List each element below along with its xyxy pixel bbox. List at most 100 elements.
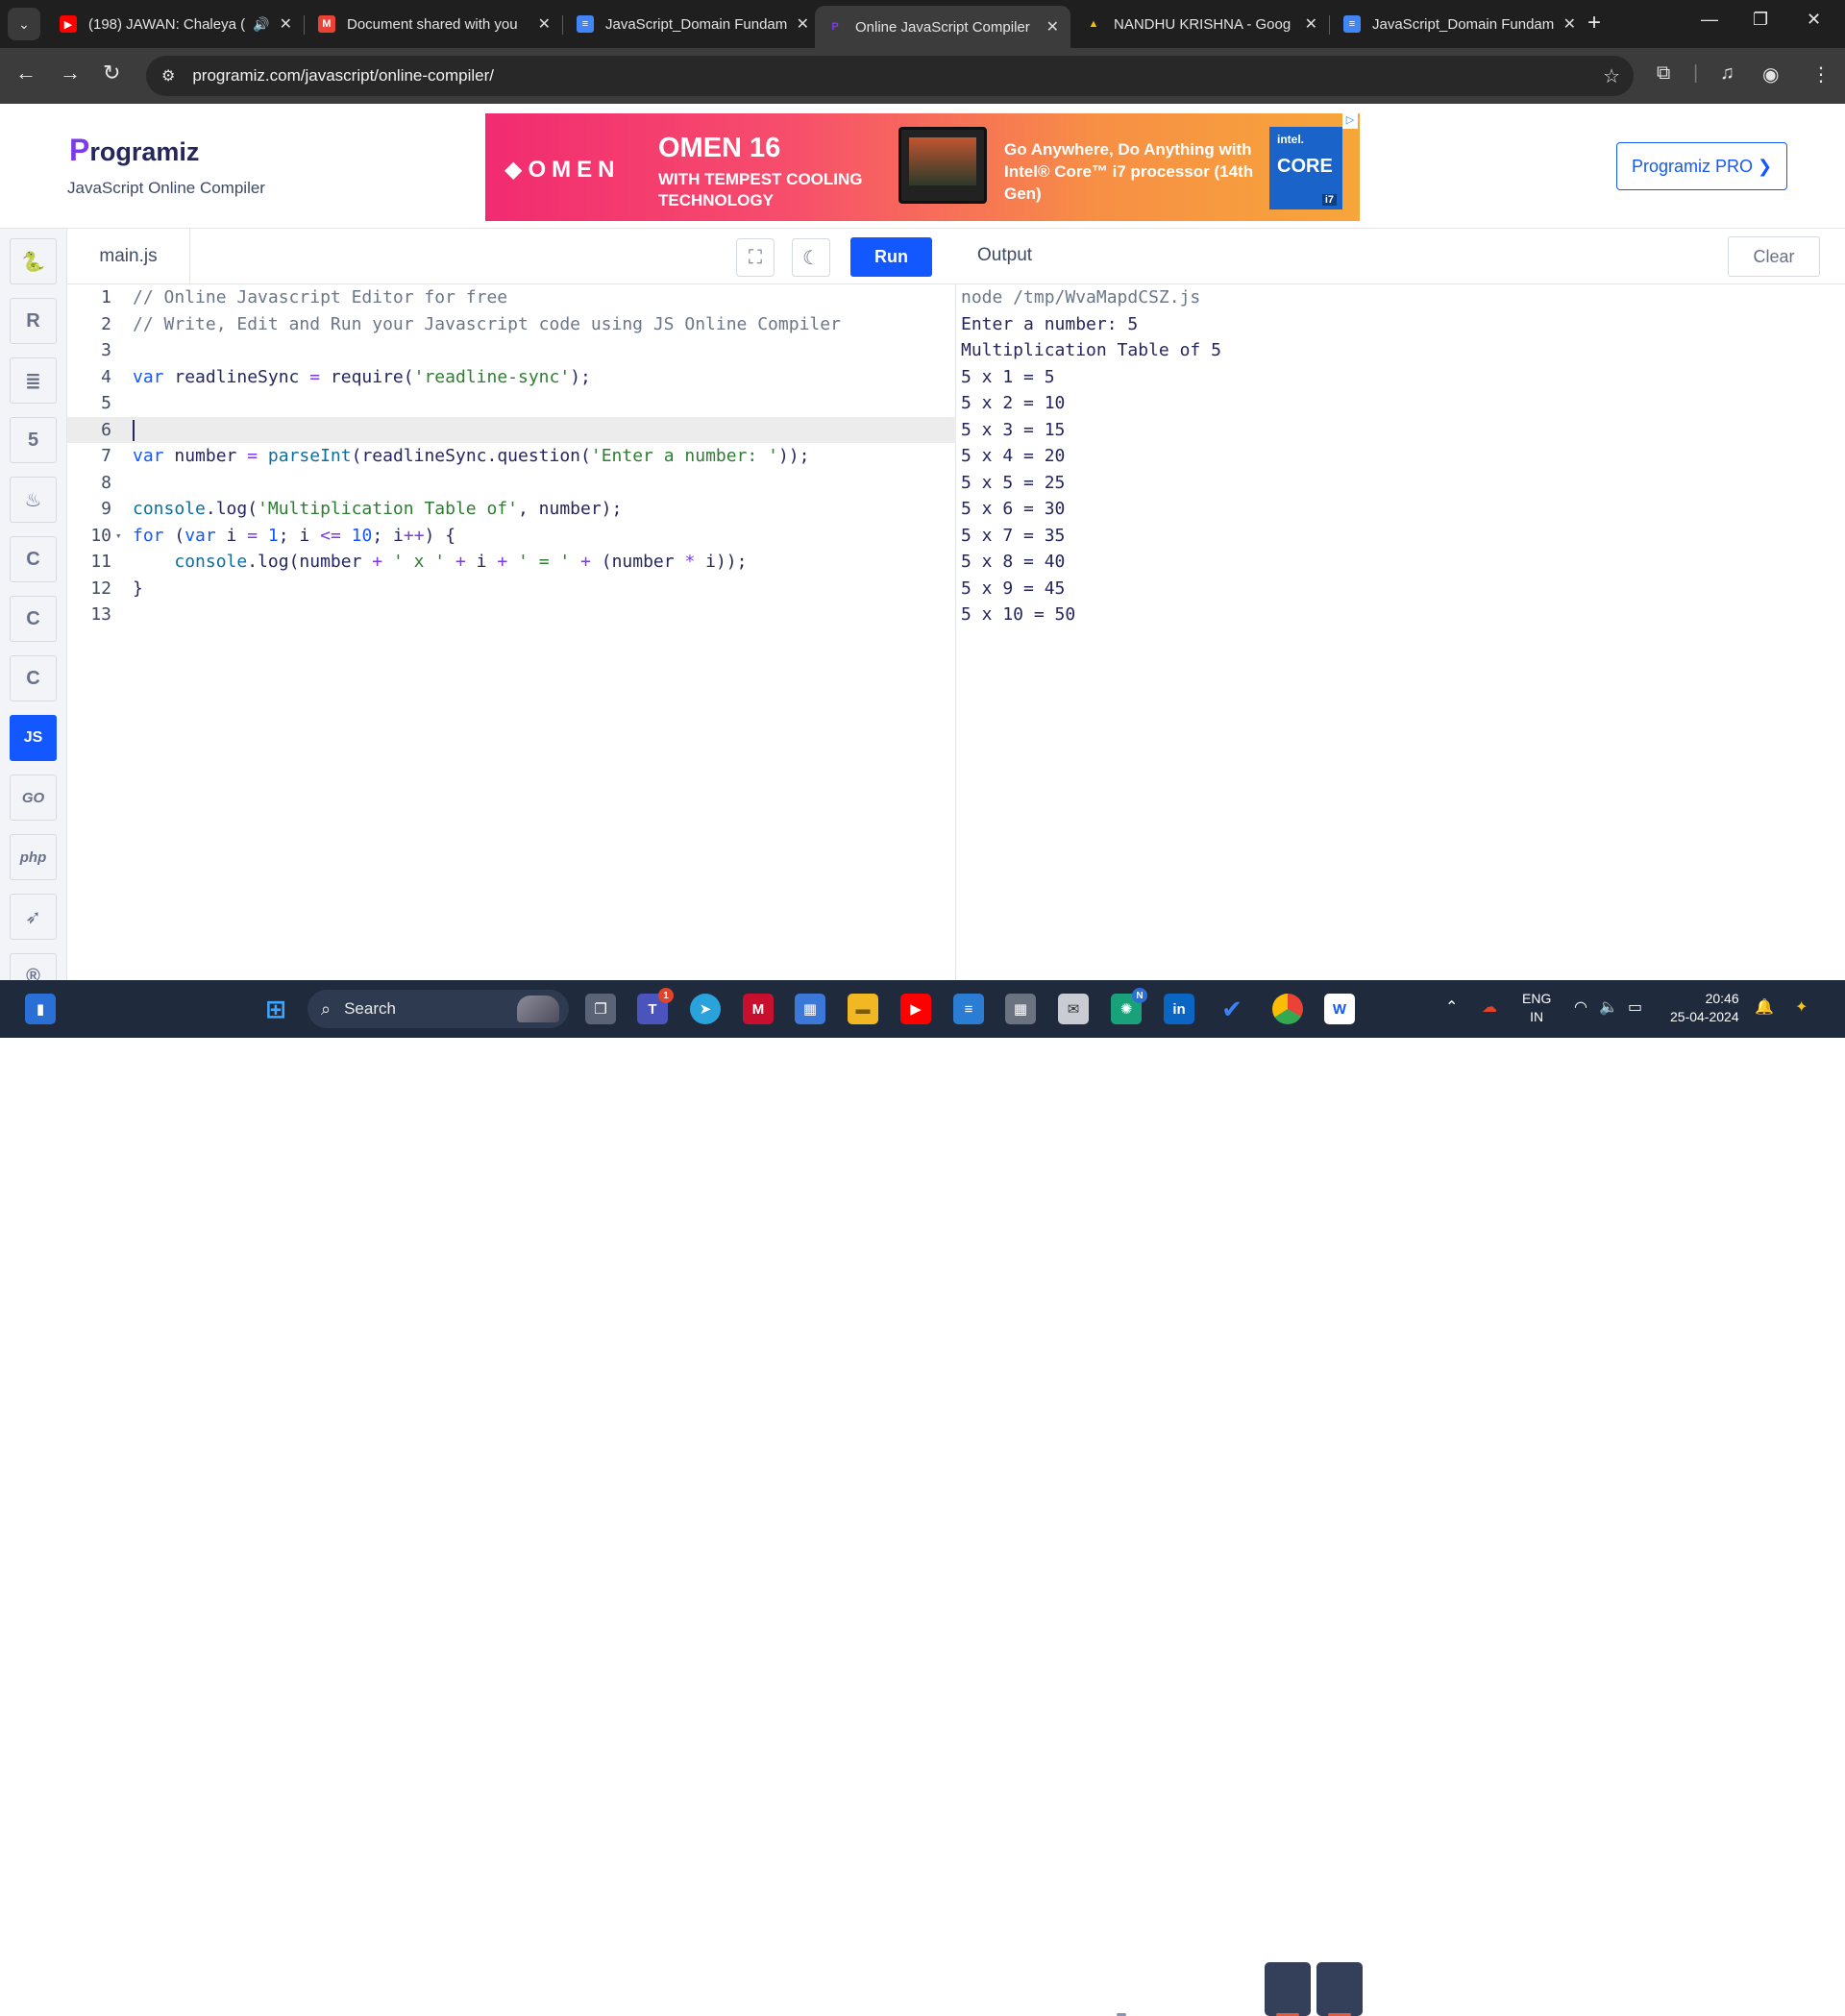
system-clock[interactable]: 20:46 25-04-2024 [1670,990,1739,1026]
speaker-icon[interactable]: 🔊 [253,16,269,33]
microsoft-store-icon[interactable]: ▦ [795,994,825,1024]
input-language-indicator[interactable]: ENG IN [1522,990,1551,1026]
javascript-icon[interactable]: JS [10,715,57,761]
r-icon[interactable]: R [10,298,57,344]
browser-tab[interactable]: ≡ JavaScript_Domain Fundam ✕ [1332,6,1587,42]
new-tab-plus-icon[interactable]: + [1587,10,1601,37]
wifi-icon[interactable]: ◠ [1574,997,1587,1017]
sql-icon[interactable]: ≣ [10,357,57,404]
programiz-logo[interactable]: Programiz [69,133,199,168]
calculator-icon[interactable]: ▦ [1005,994,1036,1024]
html-icon[interactable]: 5 [10,417,57,463]
windows-start-icon[interactable]: ⊞ [260,994,291,1024]
forward-arrow-icon[interactable]: → [60,61,81,86]
output-line: 5 x 5 = 25 [961,472,1066,493]
adchoices-icon[interactable]: ▷ [1342,113,1358,129]
close-tab-icon[interactable]: ✕ [280,14,292,34]
php-icon[interactable]: php [10,834,57,880]
advertisement-banner[interactable]: ◆OMEN OMEN 16 WITH TEMPEST COOLING TECHN… [485,113,1360,221]
fold-arrow-icon[interactable]: ▾ [115,523,122,550]
close-window-icon[interactable]: ✕ [1807,10,1821,30]
show-hidden-icons-chevron-icon[interactable]: ⌃ [1445,997,1458,1017]
code-line[interactable]: 6 [67,416,956,443]
widgets-icon[interactable]: ▮ [25,994,56,1024]
volume-icon[interactable]: 🔈 [1599,997,1618,1017]
csharp-icon[interactable]: C [10,655,57,701]
site-settings-icon[interactable]: ⚙ [161,66,175,86]
back-arrow-icon[interactable]: ← [15,61,37,86]
notifications-bell-icon[interactable]: 🔔 [1755,997,1774,1017]
clear-button[interactable]: Clear [1728,236,1820,277]
code-line[interactable]: 4 var readlineSync = require('readline-sy… [67,364,956,391]
python-icon[interactable]: 🐍 [10,238,57,284]
close-tab-icon[interactable]: ✕ [1046,17,1059,37]
code-text: var readlineSync = require('readline-syn… [133,366,591,387]
task-view-icon[interactable]: ❐ [585,994,616,1024]
youtube-icon[interactable]: ▶ [900,994,931,1024]
fullscreen-icon[interactable]: ⛶ [736,238,775,277]
bookmark-star-icon[interactable]: ☆ [1603,64,1620,88]
code-line[interactable]: 7 var number = parseInt(readlineSync.ques… [67,443,956,470]
teams-icon[interactable]: T1 [637,988,674,1024]
linkedin-icon[interactable]: in [1164,994,1194,1024]
restore-window-icon[interactable]: ❐ [1753,10,1768,30]
java-icon[interactable]: ♨ [10,477,57,523]
go-icon[interactable]: GO [10,774,57,821]
file-explorer-icon[interactable]: ▬ [848,994,878,1024]
code-line[interactable]: 8 [67,470,956,497]
dark-mode-moon-icon[interactable]: ☾ [792,238,830,277]
battery-icon[interactable]: ▭ [1628,997,1642,1017]
programiz-pro-button[interactable]: Programiz PRO ❯ [1616,142,1787,190]
browser-menu-icon[interactable]: ⋮ [1811,62,1831,86]
intel-core-badge: intel. CORE i7 [1269,127,1342,209]
address-bar[interactable]: ⚙ programiz.com/javascript/online-compil… [146,56,1634,96]
run-button[interactable]: Run [850,237,932,277]
output-line: 5 x 6 = 30 [961,499,1066,519]
onedrive-error-icon[interactable]: ☁ [1482,997,1497,1017]
code-line[interactable]: 3 [67,337,956,364]
minimize-icon[interactable]: — [1701,10,1718,30]
reload-icon[interactable]: ↻ [103,61,120,86]
close-tab-icon[interactable]: ✕ [1563,14,1576,34]
ad-subline: WITH TEMPEST COOLING TECHNOLOGY [658,170,863,209]
close-tab-icon[interactable]: ✕ [1305,14,1317,34]
browser-tab[interactable]: M Document shared with you ✕ [307,6,562,42]
code-line[interactable]: 13 [67,602,956,628]
notes-icon[interactable]: ≡ [953,994,984,1024]
cpp-icon[interactable]: C [10,596,57,642]
media-controls-icon[interactable]: ♫ [1720,62,1734,85]
file-tab-main-js[interactable]: main.js [67,229,190,284]
rust-icon[interactable]: ® [10,953,57,980]
code-line[interactable]: 11 console.log(number + ' x ' + i + ' = … [67,549,956,576]
copilot-icon[interactable]: ✦ [1795,997,1808,1017]
browser-tab[interactable]: ▶ (198) JAWAN: Chaleya (🔊 ✕ [48,6,304,42]
chrome-icon[interactable] [1272,994,1303,1024]
taskbar-search[interactable]: ⌕ Search [308,990,569,1028]
profile-avatar-icon[interactable]: ◉ [1762,62,1779,86]
mail-icon[interactable]: ✉ [1058,994,1089,1024]
code-line[interactable]: 1 // Online Javascript Editor for free [67,284,956,311]
tab-search-chevron-icon[interactable]: ⌄ [8,8,40,40]
code-line[interactable]: 12} [67,576,956,602]
extensions-icon[interactable]: ⧉ [1657,62,1670,85]
browser-tab[interactable]: ▲ NANDHU KRISHNA - Goog ✕ [1073,6,1329,42]
close-tab-icon[interactable]: ✕ [797,14,809,34]
chatgpt-icon[interactable]: ✺ N [1111,988,1147,1024]
code-line[interactable]: 2 // Write, Edit and Run your Javascript … [67,311,956,338]
word-app-icon[interactable]: W [1324,994,1355,1024]
output-console: node /tmp/WvaMapdCSZ.js Enter a number: … [956,284,1845,980]
browser-tab[interactable]: P Online JavaScript Compiler ✕ [815,6,1070,48]
close-tab-icon[interactable]: ✕ [538,14,551,34]
code-editor[interactable]: 1 // Online Javascript Editor for free 2 //… [67,284,956,980]
browser-tab[interactable]: ≡ JavaScript_Domain Fundam ✕ [565,6,821,42]
url-text[interactable]: programiz.com/javascript/online-compiler… [192,66,494,86]
telegram-icon[interactable]: ➤ [690,994,721,1024]
c-icon[interactable]: C [10,536,57,582]
output-line: 5 x 10 = 50 [961,604,1076,625]
code-line[interactable]: 10 ▾ for (var i = 1; i <= 10; i++) { [67,523,956,550]
swift-icon[interactable]: ➶ [10,894,57,940]
todo-check-icon[interactable]: ✔ [1217,994,1247,1024]
code-line[interactable]: 5 [67,390,956,417]
mcafee-icon[interactable]: M [743,994,774,1024]
code-line[interactable]: 9 console.log('Multiplication Table of', … [67,496,956,523]
